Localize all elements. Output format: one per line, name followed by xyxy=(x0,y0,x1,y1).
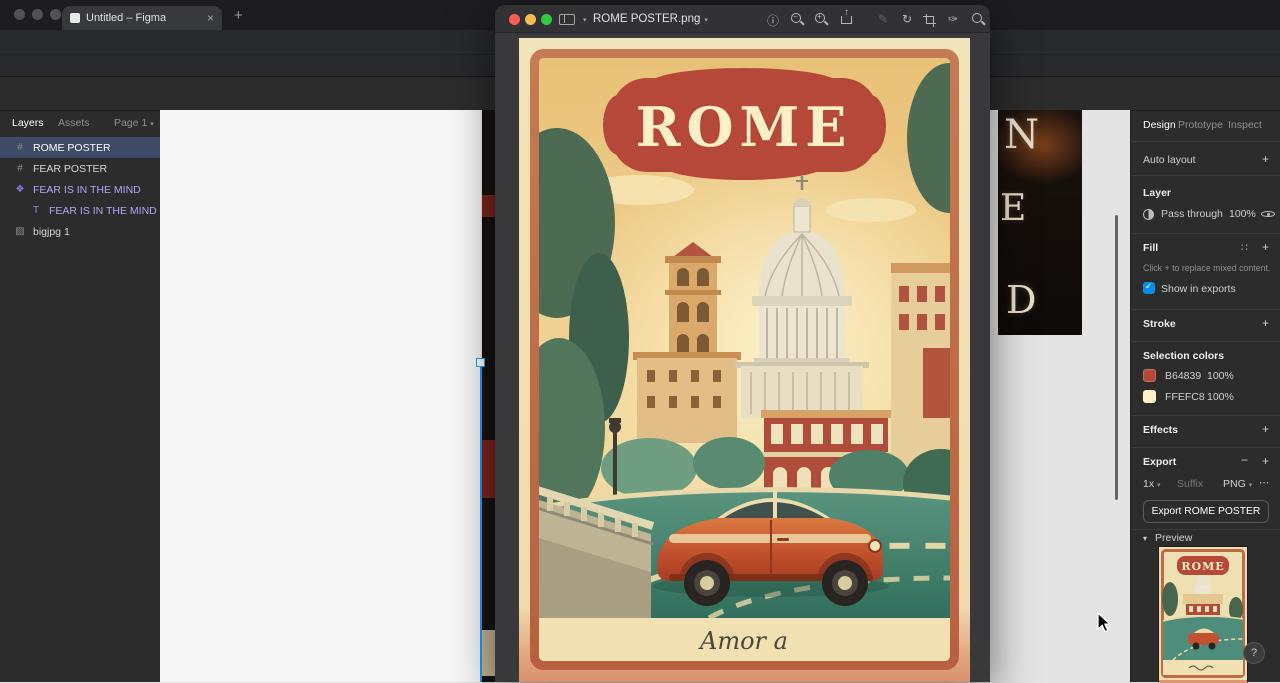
selection-colors-label: Selection colors xyxy=(1143,350,1224,362)
export-scale-select[interactable]: 1x ▾ xyxy=(1143,478,1161,490)
export-button[interactable]: Export ROME POSTER xyxy=(1143,500,1269,523)
layer-row-rome-poster[interactable]: # ROME POSTER xyxy=(0,137,160,158)
tab-prototype[interactable]: Prototype xyxy=(1178,119,1223,131)
markup-pencil-icon[interactable]: ✎ xyxy=(878,12,888,26)
effects-section-label: Effects xyxy=(1143,424,1178,436)
tab-close-icon[interactable]: × xyxy=(207,12,214,24)
selection-outline xyxy=(480,363,482,682)
tab-inspect[interactable]: Inspect xyxy=(1228,119,1262,131)
info-icon[interactable]: ⓘ xyxy=(767,12,779,29)
window-zoom-icon[interactable] xyxy=(50,9,61,20)
component-icon: ❖ xyxy=(14,184,26,195)
blend-mode-icon[interactable] xyxy=(1143,209,1154,220)
chevron-down-icon[interactable]: ▾ xyxy=(583,16,587,24)
layers-panel: Layers Assets Page 1 ▾ # ROME POSTER # F… xyxy=(0,110,160,682)
preview-window-titlebar[interactable]: ▾ ROME POSTER.png▾ ⓘ − + ✎ ↻ ✑ xyxy=(495,5,990,33)
layer-section-label: Layer xyxy=(1143,187,1171,199)
preview-disclosure-icon[interactable]: ▾ xyxy=(1143,534,1147,543)
add-effect-icon[interactable]: + xyxy=(1262,422,1269,436)
export-preview-thumbnail[interactable]: ROME xyxy=(1159,547,1247,683)
rotate-icon[interactable]: ↻ xyxy=(902,12,912,26)
window-close-icon[interactable] xyxy=(14,9,25,20)
text-layer-icon: T xyxy=(30,205,42,216)
layer-row-image[interactable]: ▨ bigjpg 1 xyxy=(0,221,160,242)
annotate-icon[interactable]: ✑ xyxy=(948,12,958,26)
window-minimize-icon[interactable] xyxy=(32,9,43,20)
poster-signature: Amor a xyxy=(698,627,788,655)
help-button[interactable]: ? xyxy=(1243,642,1265,664)
rome-poster-mini: ROME xyxy=(1159,547,1247,683)
remove-export-icon[interactable]: − xyxy=(1241,453,1248,467)
preview-window-title: ROME POSTER.png▾ xyxy=(593,13,708,25)
layer-row-component[interactable]: ❖ FEAR IS IN THE MIND xyxy=(0,179,160,200)
image-icon: ▨ xyxy=(14,226,26,237)
search-icon[interactable] xyxy=(972,13,985,26)
add-fill-icon[interactable]: + xyxy=(1262,240,1269,254)
page-selector[interactable]: Page 1 ▾ xyxy=(114,117,154,129)
new-tab-button[interactable]: + xyxy=(234,7,243,24)
tab-title: Untitled – Figma xyxy=(86,12,166,24)
color-swatch[interactable] xyxy=(1143,369,1156,382)
poster-title: ROME xyxy=(636,95,853,159)
export-format-select[interactable]: PNG ▾ xyxy=(1223,478,1252,490)
fill-hint: Click + to replace mixed content. xyxy=(1143,263,1270,273)
tab-layers[interactable]: Layers xyxy=(12,117,44,129)
preview-section-label: Preview xyxy=(1155,532,1192,544)
add-stroke-icon[interactable]: + xyxy=(1262,316,1269,330)
layer-opacity-field[interactable]: 100% xyxy=(1229,208,1256,220)
color-hex[interactable]: FFEFC8 xyxy=(1165,391,1205,403)
minimize-icon[interactable] xyxy=(525,14,536,25)
styles-icon[interactable]: ∷ xyxy=(1241,241,1249,254)
auto-layout-label: Auto layout xyxy=(1143,154,1196,166)
color-swatch[interactable] xyxy=(1143,390,1156,403)
add-export-icon[interactable]: + xyxy=(1262,454,1269,468)
fullscreen-icon[interactable] xyxy=(541,14,552,25)
tab-assets[interactable]: Assets xyxy=(58,117,90,129)
sidebar-toggle-icon[interactable] xyxy=(559,14,575,25)
artboard[interactable] xyxy=(160,110,481,682)
blend-mode-select[interactable]: Pass through xyxy=(1161,208,1223,220)
add-auto-layout-icon[interactable]: + xyxy=(1262,152,1269,166)
show-in-exports-label: Show in exports xyxy=(1161,283,1236,295)
show-in-exports-checkbox[interactable] xyxy=(1143,282,1155,294)
color-opacity[interactable]: 100% xyxy=(1207,370,1234,382)
stroke-section-label: Stroke xyxy=(1143,318,1176,330)
zoom-in-icon[interactable]: + xyxy=(815,13,828,26)
browser-tab[interactable]: Untitled – Figma × xyxy=(62,6,222,30)
frame-icon: # xyxy=(14,163,26,174)
visibility-eye-icon[interactable] xyxy=(1261,208,1275,220)
canvas-scrollbar[interactable] xyxy=(1115,215,1118,500)
tab-design[interactable]: Design xyxy=(1143,119,1176,131)
fill-section-label: Fill xyxy=(1143,242,1158,254)
frame-icon: # xyxy=(14,142,26,153)
zoom-out-icon[interactable]: − xyxy=(791,13,804,26)
selection-handle[interactable] xyxy=(476,358,485,367)
preview-window[interactable]: ▾ ROME POSTER.png▾ ⓘ − + ✎ ↻ ✑ xyxy=(495,5,990,682)
figma-favicon xyxy=(70,13,80,23)
color-opacity[interactable]: 100% xyxy=(1207,391,1234,403)
layer-row-text[interactable]: T FEAR IS IN THE MIND xyxy=(0,200,160,221)
export-suffix-field[interactable]: Suffix xyxy=(1177,478,1203,490)
close-icon[interactable] xyxy=(509,14,520,25)
export-more-icon[interactable]: ⋯ xyxy=(1259,477,1270,489)
fear-poster-thumbnail[interactable]: N E D xyxy=(998,110,1082,335)
layer-row-fear-poster[interactable]: # FEAR POSTER xyxy=(0,158,160,179)
rome-poster-image: Amor a ROME xyxy=(519,38,970,682)
export-section-label: Export xyxy=(1143,456,1176,468)
color-hex[interactable]: B64839 xyxy=(1165,370,1201,382)
rome-poster-artwork: Amor a ROME xyxy=(519,38,970,682)
crop-icon[interactable] xyxy=(926,14,936,24)
properties-panel: Design Prototype Inspect Auto layout + L… xyxy=(1130,110,1280,682)
svg-text:ROME: ROME xyxy=(1181,560,1224,573)
share-icon[interactable] xyxy=(841,16,852,24)
